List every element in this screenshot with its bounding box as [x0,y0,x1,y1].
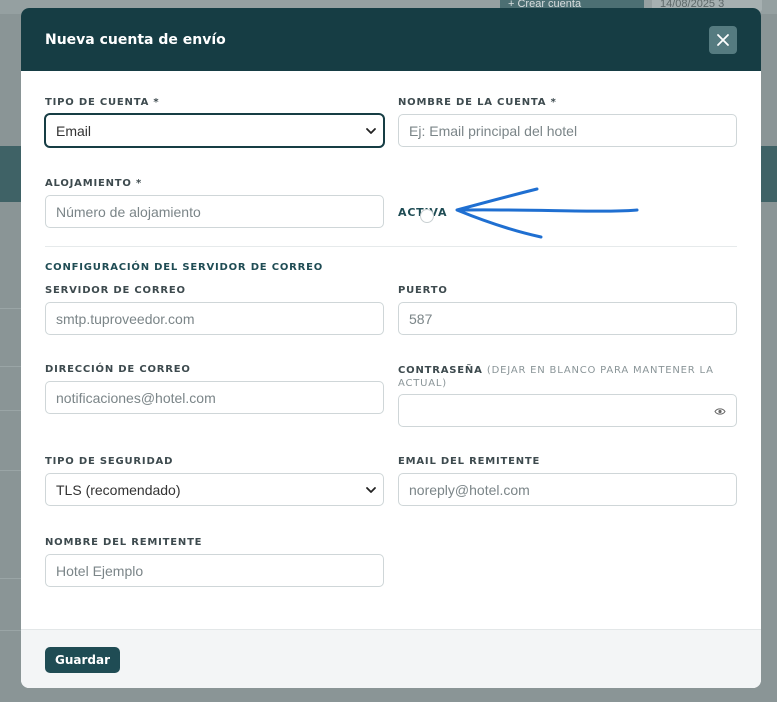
background-divider [0,578,22,579]
port-input[interactable]: 587 [398,302,737,335]
account-type-value: Email [56,122,92,139]
background-divider [0,308,22,309]
active-toggle[interactable] [420,209,434,223]
section-divider [45,246,737,247]
modal-footer: Guardar [21,629,761,688]
lodging-input[interactable]: Número de alojamiento [45,195,384,228]
email-address-placeholder: notificaciones@hotel.com [56,389,216,406]
save-button[interactable]: Guardar [45,647,120,673]
background-divider [0,410,22,411]
sender-name-placeholder: Hotel Ejemplo [56,562,144,579]
annotation-arrow [455,187,639,239]
mail-server-input[interactable]: smtp.tuproveedor.com [45,302,384,335]
eye-icon[interactable] [714,407,726,416]
security-type-select[interactable]: TLS (recomendado) [45,473,384,506]
sender-email-placeholder: noreply@hotel.com [409,481,530,498]
mail-server-label: SERVIDOR DE CORREO [45,285,186,296]
account-type-select[interactable]: Email [45,114,384,147]
modal-title: Nueva cuenta de envío [45,32,226,48]
port-placeholder: 587 [409,310,433,327]
chevron-down-icon [366,487,376,493]
sender-name-label: NOMBRE DEL REMITENTE [45,537,203,548]
password-label: CONTRASEÑA (DEJAR EN BLANCO PARA MANTENE… [398,364,737,390]
new-sending-account-modal: Nueva cuenta de envío TIPO DE CUENTA * E… [21,8,761,688]
account-name-input[interactable]: Ej: Email principal del hotel [398,114,737,147]
sender-name-input[interactable]: Hotel Ejemplo [45,554,384,587]
background-divider [0,470,22,471]
account-name-placeholder: Ej: Email principal del hotel [409,122,578,139]
security-type-value: TLS (recomendado) [56,481,181,498]
lodging-placeholder: Número de alojamiento [56,203,201,220]
password-label-text: CONTRASEÑA [398,365,483,376]
port-label: PUERTO [398,285,448,296]
chevron-down-icon [366,128,376,134]
account-name-label: NOMBRE DE LA CUENTA * [398,97,557,108]
security-type-label: TIPO DE SEGURIDAD [45,456,174,467]
lodging-label: ALOJAMIENTO * [45,178,143,189]
modal-header: Nueva cuenta de envío [21,8,761,71]
email-address-input[interactable]: notificaciones@hotel.com [45,381,384,414]
sender-email-label: EMAIL DEL REMITENTE [398,456,541,467]
close-button[interactable] [709,26,737,54]
email-address-label: DIRECCIÓN DE CORREO [45,364,191,375]
mail-server-placeholder: smtp.tuproveedor.com [56,310,195,327]
background-divider [0,630,22,631]
account-type-label: TIPO DE CUENTA * [45,97,160,108]
sender-email-input[interactable]: noreply@hotel.com [398,473,737,506]
background-divider [0,366,22,367]
close-icon [717,34,729,46]
server-section-title: CONFIGURACIÓN DEL SERVIDOR DE CORREO [45,262,324,273]
password-input[interactable] [398,394,737,427]
